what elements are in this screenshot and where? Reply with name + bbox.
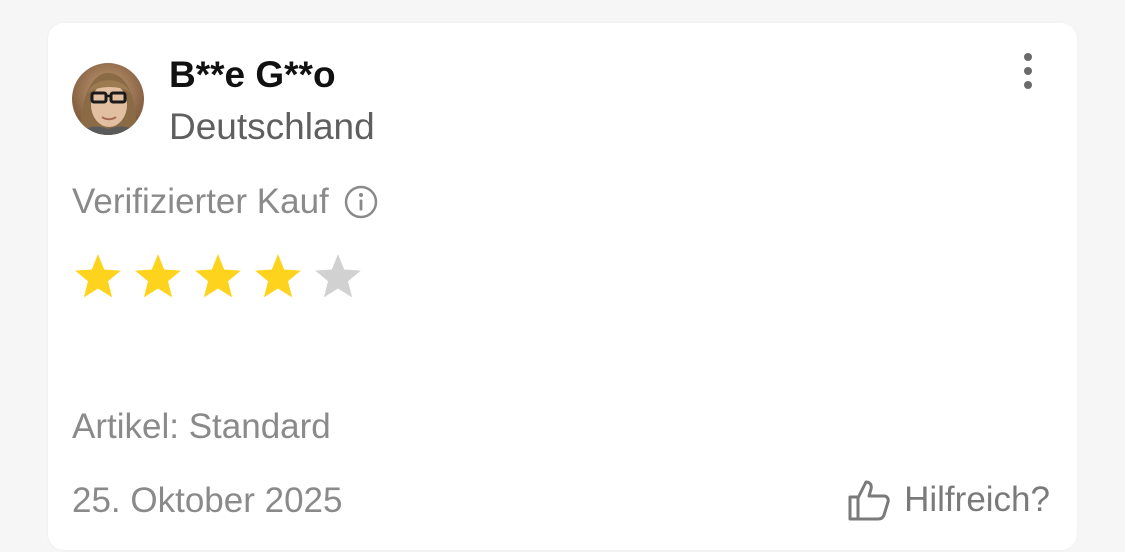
star-filled-icon bbox=[135, 254, 181, 298]
helpful-button[interactable]: Hilfreich? bbox=[846, 475, 1050, 525]
more-options-button[interactable] bbox=[1014, 49, 1042, 93]
reviewer-country: Deutschland bbox=[169, 106, 375, 147]
info-icon[interactable] bbox=[343, 184, 379, 220]
avatar bbox=[72, 63, 144, 135]
article-variant: Artikel: Standard bbox=[72, 407, 331, 446]
review-card: B**e G**o Deutschland Verifizierter Kauf… bbox=[48, 23, 1077, 550]
star-empty-icon bbox=[315, 254, 361, 298]
verified-purchase: Verifizierter Kauf bbox=[72, 180, 379, 224]
star-filled-icon bbox=[255, 254, 301, 298]
more-vertical-icon bbox=[1024, 53, 1032, 89]
star-filled-icon bbox=[75, 254, 121, 298]
star-filled-icon bbox=[195, 254, 241, 298]
star-rating bbox=[72, 251, 372, 303]
reviewer-name: B**e G**o bbox=[169, 54, 336, 95]
thumbs-up-icon bbox=[848, 480, 890, 521]
verified-label: Verifizierter Kauf bbox=[72, 182, 329, 221]
helpful-label: Hilfreich? bbox=[904, 480, 1050, 519]
review-date: 25. Oktober 2025 bbox=[72, 481, 343, 520]
